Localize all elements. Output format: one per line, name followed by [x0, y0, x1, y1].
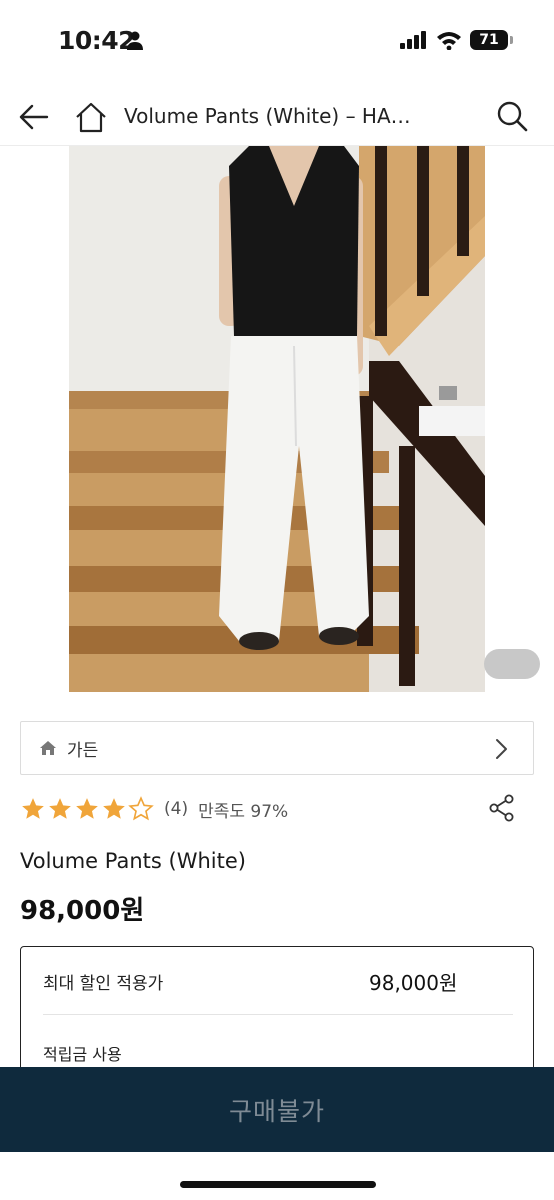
- person-icon: [127, 31, 143, 50]
- product-image[interactable]: [69, 146, 485, 692]
- signal-icon: [400, 31, 426, 49]
- max-discount-value: 98,000원: [369, 971, 458, 995]
- rating[interactable]: (4) 만족도 97%: [20, 794, 288, 824]
- product-photo: [69, 146, 485, 692]
- product-name: Volume Pants (White): [20, 849, 246, 873]
- category-link[interactable]: 가든: [20, 721, 534, 775]
- satisfaction: 만족도 97%: [198, 801, 289, 822]
- star-filled-icon: [76, 798, 98, 819]
- product-price: 98,000원: [20, 896, 145, 926]
- home-icon[interactable]: [74, 100, 108, 134]
- divider: [43, 1014, 513, 1015]
- page-title: Volume Pants (White) – HA…: [124, 104, 411, 128]
- star-filled-icon: [103, 798, 125, 819]
- wifi-icon: [437, 32, 461, 50]
- star-empty-icon: [128, 796, 154, 821]
- rating-stars: [20, 796, 154, 822]
- chevron-right-icon: [496, 739, 507, 759]
- status-time: 10:42: [58, 26, 136, 55]
- status-bar: 10:42 71: [0, 0, 554, 84]
- back-arrow-icon[interactable]: [18, 102, 50, 132]
- battery-level: 71: [479, 32, 499, 48]
- search-icon[interactable]: [496, 100, 528, 132]
- max-discount-label: 최대 할인 적용가: [43, 974, 164, 994]
- star-filled-icon: [22, 798, 44, 819]
- share-icon[interactable]: [488, 794, 516, 822]
- status-icons: 71: [400, 30, 513, 50]
- category-label: 가든: [67, 741, 99, 761]
- nav-header: Volume Pants (White) – HA…: [0, 88, 554, 146]
- price-box: 최대 할인 적용가 98,000원 적립금 사용: [20, 946, 534, 1086]
- image-pagination[interactable]: [484, 649, 540, 679]
- buy-button[interactable]: 구매불가: [0, 1067, 554, 1152]
- home-indicator[interactable]: [180, 1181, 376, 1188]
- battery-icon: 71: [470, 30, 513, 50]
- review-count: (4): [164, 799, 189, 819]
- buy-button-label: 구매불가: [228, 1096, 325, 1126]
- star-filled-icon: [49, 798, 71, 819]
- points-label: 적립금 사용: [43, 1045, 122, 1064]
- home-icon: [40, 741, 56, 755]
